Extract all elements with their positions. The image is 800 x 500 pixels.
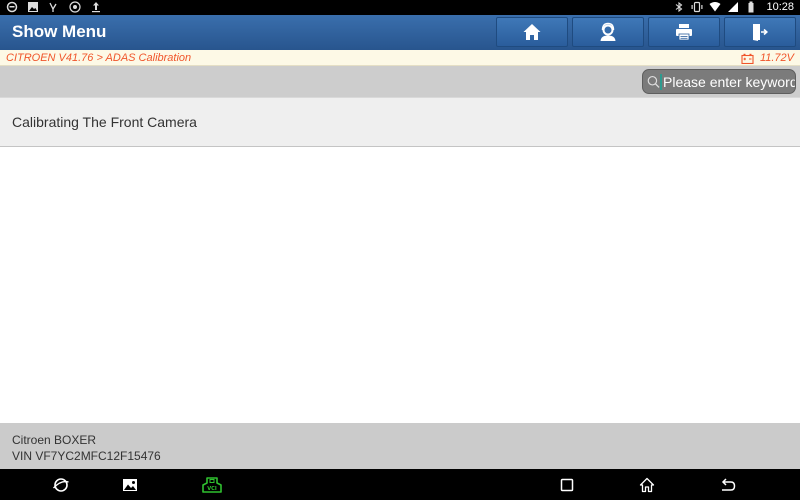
bluetooth-icon: [673, 1, 685, 13]
vehicle-vin: VIN VF7YC2MFC12F15476: [12, 449, 161, 463]
vci-button[interactable]: VCI: [200, 475, 224, 495]
menu-item-calibrating-front-camera[interactable]: Calibrating The Front Camera: [0, 97, 800, 147]
android-home-button[interactable]: [637, 475, 657, 495]
header-toolbar: [496, 17, 796, 47]
android-home-icon: [639, 477, 655, 493]
recent-apps-icon: [560, 478, 574, 492]
search-bar: [0, 66, 800, 97]
search-input[interactable]: [663, 73, 795, 90]
vci-icon: VCI: [202, 477, 222, 493]
browser-button[interactable]: [51, 475, 71, 495]
car-battery-icon: [741, 53, 754, 64]
status-bar: 10:28: [0, 0, 800, 15]
exit-button[interactable]: [724, 17, 796, 47]
vibrate-icon: [691, 1, 703, 13]
support-button[interactable]: [572, 17, 644, 47]
android-nav-bar: VCI: [0, 469, 800, 500]
breadcrumb: CITROEN V41.76 > ADAS Calibration: [6, 52, 192, 64]
exit-icon: [753, 24, 769, 41]
wifi-icon: [709, 1, 721, 13]
gallery-button[interactable]: [120, 475, 140, 495]
page-title: Show Menu: [12, 22, 107, 41]
menu-list: Calibrating The Front Camera: [0, 97, 800, 147]
voltage-value: 11.72V: [759, 52, 794, 64]
home-icon: [523, 24, 541, 40]
recent-apps-button[interactable]: [557, 475, 577, 495]
back-icon: [721, 478, 736, 491]
print-button[interactable]: [648, 17, 720, 47]
menu-item-label: Calibrating The Front Camera: [12, 114, 197, 130]
clock: 10:28: [766, 1, 794, 13]
home-button[interactable]: [496, 17, 568, 47]
svg-text:VCI: VCI: [207, 486, 217, 492]
browser-icon: [52, 478, 69, 492]
vehicle-model: Citroen BOXER: [12, 433, 97, 447]
vehicle-info: Citroen BOXER VIN VF7YC2MFC12F15476: [0, 423, 800, 469]
text-cursor: [660, 73, 662, 90]
headset-icon: [600, 22, 616, 41]
image-icon: [27, 1, 39, 13]
app-header: Show Menu: [0, 15, 800, 50]
search-box[interactable]: [642, 69, 796, 94]
settings-icon: [69, 1, 81, 13]
battery-icon: [745, 1, 757, 13]
usb-icon: [48, 1, 60, 13]
signal-icon: [727, 1, 739, 13]
gallery-icon: [123, 479, 137, 491]
printer-icon: [676, 24, 692, 41]
search-icon: [647, 75, 660, 88]
upload-icon: [90, 1, 102, 13]
breadcrumb-bar: CITROEN V41.76 > ADAS Calibration 11.72V: [0, 50, 800, 66]
battery-voltage: 11.72V: [741, 52, 794, 64]
chat-icon: [6, 1, 18, 13]
back-button[interactable]: [718, 475, 738, 495]
